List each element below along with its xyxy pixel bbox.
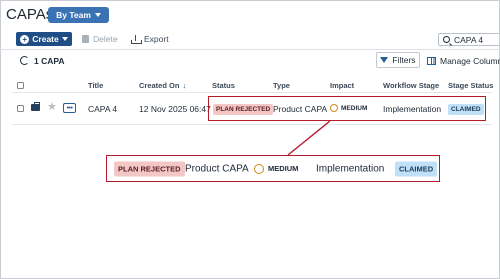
zoom-type: Product CAPA <box>185 163 249 174</box>
callout-connector <box>287 120 331 156</box>
zoom-stage-status-badge: CLAIMED <box>395 161 438 176</box>
impact-circle-icon <box>254 163 264 174</box>
zoom-status-badge: PLAN REJECTED <box>114 161 185 176</box>
zoom-impact: MEDIUM <box>254 163 299 174</box>
zoom-impact-label: MEDIUM <box>268 164 299 173</box>
zoom-callout: PLAN REJECTED Product CAPA MEDIUM Implem… <box>106 155 440 182</box>
zoom-workflow-stage: Implementation <box>316 163 385 174</box>
